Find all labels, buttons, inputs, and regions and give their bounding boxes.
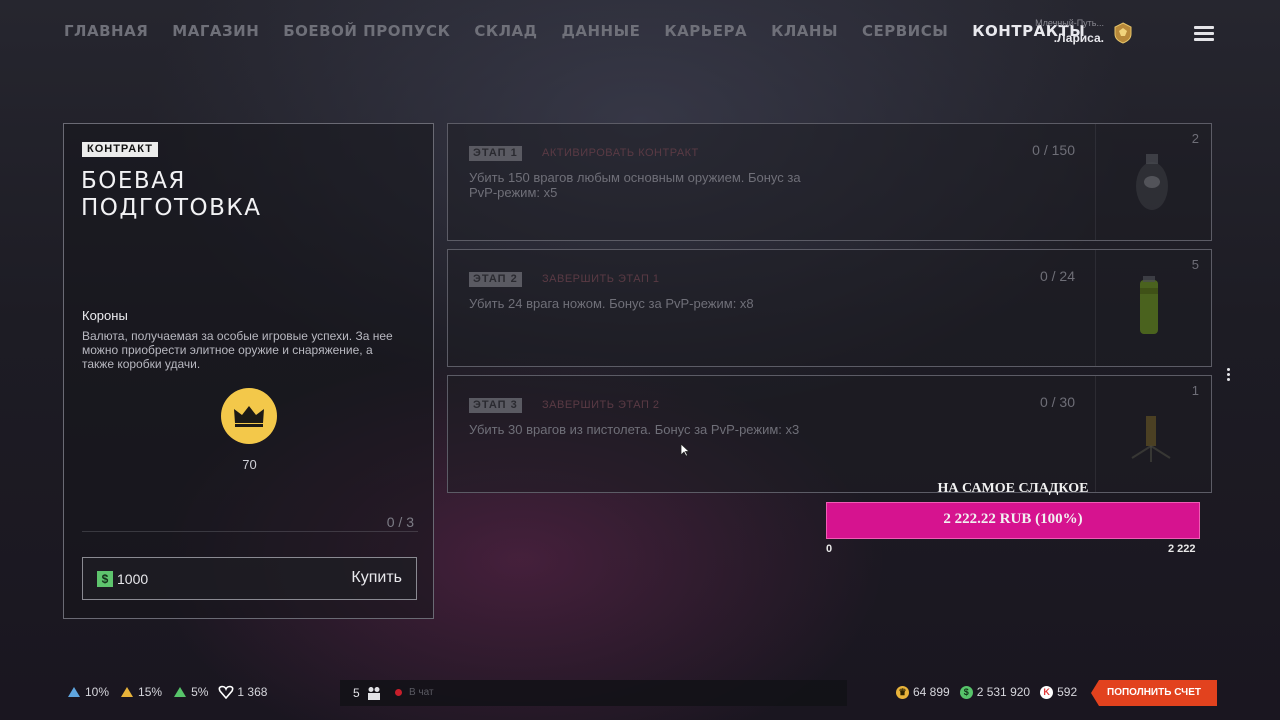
warbucks-icon: $ (97, 571, 113, 587)
donation-amount: 2 222.22 RUB (100%) (943, 511, 1083, 527)
top-up-button[interactable]: ПОПОЛНИТЬ СЧЕТ (1091, 680, 1217, 706)
booster-experience[interactable]: 10% (66, 685, 109, 699)
rank-badge-icon[interactable] (1112, 22, 1134, 44)
booster-value: 10% (85, 685, 110, 699)
reward-description: Валюта, получаемая за особые игровые усп… (82, 329, 393, 371)
donation-min: 0 (826, 543, 833, 555)
contract-title: БОЕВАЯ ПОДГОТОВКА (81, 168, 381, 222)
more-options-icon[interactable] (1225, 368, 1231, 386)
contract-progress: 0 / 3 (386, 514, 414, 530)
currency-value: 64 899 (913, 685, 950, 699)
currency-value: 2 531 920 (976, 685, 1031, 699)
contract-price: 1000 (117, 571, 149, 587)
contract-panel: КОНТРАКТ БОЕВАЯ ПОДГОТОВКА Короны Валюта… (63, 123, 434, 619)
server-name: Млечный-Путь... (1035, 18, 1104, 28)
donation-title: НА САМОЕ СЛАДКОЕ (937, 481, 1089, 496)
nav-item-services[interactable]: СЕРВИСЫ (862, 20, 948, 42)
stage-status: ЗАВЕРШИТЬ ЭТАП 2 (542, 399, 660, 411)
booster-vip[interactable]: 5% (172, 685, 208, 699)
donation-max: 2 222 (1168, 543, 1196, 555)
stage-reward-count: 1 (1191, 383, 1199, 398)
stage-tag: ЭТАП 1 (469, 146, 522, 161)
chat-status-dot (395, 689, 402, 696)
reward-name: Короны (82, 308, 128, 323)
currency-crowns: ♛ 64 899 (896, 685, 950, 699)
booster-value: 5% (191, 685, 209, 699)
booster-warbucks[interactable]: 15% (119, 685, 162, 699)
warbucks-booster-icon (121, 687, 134, 697)
stage-tag: ЭТАП 2 (469, 272, 522, 287)
reward-quantity: 70 (242, 457, 257, 472)
contract-title-line1: БОЕВАЯ (81, 168, 186, 194)
stage-description: Убить 150 врагов любым основным оружием.… (469, 170, 801, 200)
stage-progress: 0 / 24 (1039, 268, 1075, 284)
hamburger-menu-icon[interactable] (1194, 26, 1214, 42)
warbucks-icon: $ (959, 685, 973, 699)
contract-badge: КОНТРАКТ (82, 142, 158, 157)
mouse-cursor-icon (680, 443, 690, 457)
heart-icon (218, 685, 234, 699)
booster-value: 15% (138, 685, 163, 699)
nav-item-battlepass[interactable]: БОЕВОЙ ПРОПУСК (283, 20, 450, 42)
nav-item-shop[interactable]: МАГАЗИН (172, 20, 259, 42)
kredits-icon: K (1040, 685, 1054, 699)
stage-reward-count: 2 (1191, 131, 1199, 146)
stage-reward-count: 5 (1191, 257, 1199, 272)
chat-label: В чат (409, 687, 434, 698)
stage-status: ЗАВЕРШИТЬ ЭТАП 1 (542, 273, 660, 285)
nav-item-clans[interactable]: КЛАНЫ (771, 20, 838, 42)
stage-description: Убить 24 врага ножом. Бонус за PvP-режим… (469, 296, 754, 311)
player-nickname: .Лариса. (1053, 31, 1104, 45)
online-count: 5 (353, 686, 360, 700)
currency-kredits: K 592 (1040, 685, 1077, 699)
nav-item-inventory[interactable]: СКЛАД (474, 20, 537, 42)
stage-progress: 0 / 30 (1039, 394, 1075, 410)
buy-contract-button[interactable]: $ 1000 Купить (82, 557, 417, 600)
vip-booster-icon (174, 687, 187, 697)
nav-item-career[interactable]: КАРЬЕРА (664, 20, 747, 42)
friends-icon[interactable] (366, 686, 382, 700)
crown-icon: ♛ (896, 685, 909, 699)
stage-card-1[interactable]: ЭТАП 1 АКТИВИРОВАТЬ КОНТРАКТ Убить 150 в… (447, 123, 1212, 241)
stage-card-3[interactable]: ЭТАП 3 ЗАВЕРШИТЬ ЭТАП 2 Убить 30 врагов … (447, 375, 1212, 493)
health-value: 1 368 (237, 685, 268, 699)
booster-bar: 10% 15% 5% 1 368 (66, 685, 277, 699)
stage-description: Убить 30 врагов из пистолета. Бонус за P… (469, 422, 800, 437)
nav-item-stats[interactable]: ДАННЫЕ (562, 20, 641, 42)
profile-block[interactable]: Млечный-Путь... .Лариса. (1030, 18, 1104, 45)
currency-value: 592 (1057, 685, 1078, 699)
stage-tag: ЭТАП 3 (469, 398, 522, 413)
chat-box[interactable]: 5 В чат (340, 680, 847, 706)
buy-label: Купить (351, 569, 402, 586)
currency-warbucks: $ 2 531 920 (959, 685, 1031, 699)
stage-card-2[interactable]: ЭТАП 2 ЗАВЕРШИТЬ ЭТАП 1 Убить 24 врага н… (447, 249, 1212, 367)
divider (82, 531, 418, 532)
main-nav: ГЛАВНАЯ МАГАЗИН БОЕВОЙ ПРОПУСК СКЛАД ДАН… (64, 20, 1109, 42)
stage-status: АКТИВИРОВАТЬ КОНТРАКТ (542, 147, 699, 159)
health-stat[interactable]: 1 368 (218, 685, 267, 699)
contract-title-line2: ПОДГОТОВКА (81, 195, 262, 221)
nav-item-home[interactable]: ГЛАВНАЯ (64, 20, 148, 42)
currency-bar: ♛ 64 899 $ 2 531 920 K 592 (896, 685, 1087, 699)
crown-icon (221, 388, 277, 444)
experience-booster-icon (68, 687, 80, 697)
stage-progress: 0 / 150 (1032, 142, 1075, 158)
